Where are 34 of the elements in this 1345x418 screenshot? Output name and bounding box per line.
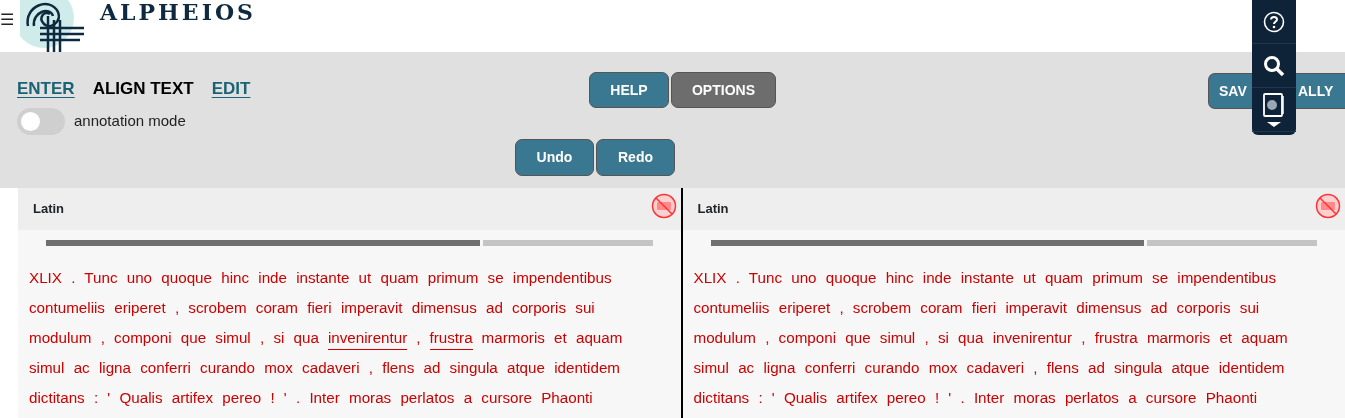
aligned-word[interactable]: invenirentur xyxy=(327,329,408,350)
passage-text: , xyxy=(416,329,421,346)
book-icon[interactable] xyxy=(1262,92,1286,127)
keyboard-off-icon[interactable] xyxy=(650,193,677,219)
logo-text: ALPHEIOS xyxy=(100,1,256,23)
passage-text: modulum , componi que simul , si qua xyxy=(29,329,319,346)
passage-text: contumeliis eriperet , scrobem coram fieri imperavit dimensus ad corporis sui xyxy=(693,299,1260,316)
passage-text: XLIX . Tunc uno quoque hinc inde instante ut quam primum se impendentibus xyxy=(29,269,612,286)
button-fragment[interactable]: ALLY xyxy=(1296,73,1345,109)
language-label: Latin xyxy=(697,200,729,219)
toggle-switch[interactable] xyxy=(17,108,65,135)
aligned-word[interactable]: frustra xyxy=(429,329,473,350)
tab[interactable]: ALIGN TEXT xyxy=(92,76,194,102)
tab[interactable]: EDIT xyxy=(211,76,251,102)
help-icon[interactable] xyxy=(1263,10,1285,33)
passage-text: contumeliis eriperet , scrobem coram fieri imperavit dimensus ad corporis sui xyxy=(29,299,595,316)
passage-text: modulum , componi que simul , si qua invenirentur , frustra marmoris et aquam xyxy=(693,329,1288,346)
passage-text: XLIX . Tunc uno quoque hinc inde instante ut quam primum se impendentibus xyxy=(693,269,1277,286)
undo-button[interactable]: Undo xyxy=(515,139,594,176)
save-button[interactable]: SAV xyxy=(1208,73,1252,109)
tab[interactable]: ENTER xyxy=(17,76,75,102)
search-icon[interactable] xyxy=(1263,54,1285,77)
language-label: Latin xyxy=(33,200,65,219)
redo-button[interactable]: Redo xyxy=(596,139,675,176)
help-button[interactable]: HELP xyxy=(589,72,669,108)
passage-text: dictitans : ' Qualis artifex pereo ! ' . Inter moras perlatos a cursore Phaonti xyxy=(29,389,593,406)
keyboard-off-icon[interactable] xyxy=(1315,193,1341,219)
passage-text: marmoris et aquam xyxy=(481,329,623,346)
options-button[interactable]: OPTIONS xyxy=(671,72,776,108)
menu-icon[interactable]: ☰ xyxy=(0,12,14,28)
toggle-label: annotation mode xyxy=(74,111,186,132)
passage-text: dictitans : ' Qualis artifex pereo ! ' . Inter moras perlatos a cursore Phaonti xyxy=(693,389,1258,406)
passage-text: simul ac ligna conferri curando mox cadaveri , flens ad singula atque identidem xyxy=(693,359,1285,376)
passage-text: simul ac ligna conferri curando mox cadaveri , flens ad singula atque identidem xyxy=(29,359,620,376)
